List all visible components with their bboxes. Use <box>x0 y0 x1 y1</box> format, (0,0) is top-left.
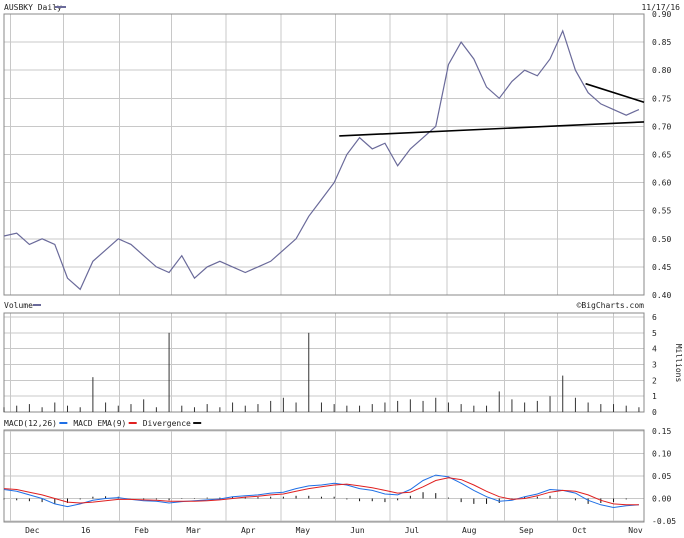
volume-unit-label: Millions <box>674 344 683 383</box>
trendline <box>339 121 645 137</box>
volume-tick-label: 4 <box>652 345 657 354</box>
month-label: Oct <box>572 526 587 535</box>
price-tick-label: 0.80 <box>652 66 671 75</box>
price-y-axis: 0.90 0.85 0.80 0.75 0.70 0.65 0.60 0.55 0.50 0.45… <box>652 10 671 300</box>
macd-tick-label: 0.05 <box>652 472 671 481</box>
price-tick-label: 0.85 <box>652 38 671 47</box>
source-label: ©BigCharts.com <box>577 301 645 310</box>
macd-legend-label: Divergence <box>143 419 191 428</box>
macd-y-axis: 0.15 0.10 0.05 0.00 -0.05 <box>652 427 676 526</box>
month-label: Feb <box>134 526 149 535</box>
macd-tick-label: 0.15 <box>652 427 671 436</box>
price-tick-label: 0.70 <box>652 122 671 131</box>
chart-title: AUSBKY Daily <box>4 3 62 12</box>
macd-tick-label: 0.00 <box>652 495 671 504</box>
price-tick-label: 0.55 <box>652 207 671 216</box>
macd-series-line <box>3 474 639 509</box>
x-axis: Dec 16 Feb Mar Apr May Jun Jul Aug Sep Oct Nov <box>25 526 643 535</box>
trendline <box>585 82 645 103</box>
macd-grid <box>4 430 644 522</box>
volume-tick-label: 2 <box>652 376 657 385</box>
month-label: 16 <box>81 526 91 535</box>
price-tick-label: 0.90 <box>652 10 671 19</box>
price-tick-label: 0.65 <box>652 151 671 160</box>
stock-chart: AUSBKY Daily 11/17/16 0.900.850.800.750.… <box>3 3 683 535</box>
volume-tick-label: 5 <box>652 329 657 338</box>
volume-y-axis: 6 5 4 3 2 1 0 <box>652 313 657 417</box>
month-label: Aug <box>462 526 477 535</box>
price-tick-label: 0.45 <box>652 263 671 272</box>
macd-legend-label: MACD EMA(9) <box>73 419 126 428</box>
month-label: Mar <box>186 526 201 535</box>
month-label: Sep <box>519 526 534 535</box>
volume-grid <box>4 313 644 412</box>
month-label: Nov <box>628 526 643 535</box>
month-label: Dec <box>25 526 40 535</box>
price-tick-label: 0.40 <box>652 291 671 300</box>
volume-label: Volume <box>4 301 33 310</box>
month-label: Jun <box>350 526 365 535</box>
month-label: Jul <box>405 526 420 535</box>
volume-bars <box>3 332 640 412</box>
price-series-line <box>3 29 640 291</box>
volume-tick-label: 3 <box>652 361 657 370</box>
price-tick-label: 0.75 <box>652 94 671 103</box>
volume-tick-label: 1 <box>652 392 657 401</box>
price-grid <box>4 13 644 296</box>
macd-legend: MACD(12,26) MACD EMA(9) Divergence <box>4 419 202 428</box>
month-label: May <box>296 526 311 535</box>
month-label: Apr <box>241 526 256 535</box>
volume-panel-frame <box>3 312 645 413</box>
macd-tick-label: -0.05 <box>652 517 676 526</box>
volume-tick-label: 0 <box>652 408 657 417</box>
macd-legend-label: MACD(12,26) <box>4 419 57 428</box>
price-tick-label: 0.50 <box>652 235 671 244</box>
volume-tick-label: 6 <box>652 313 657 322</box>
price-tick-label: 0.60 <box>652 179 671 188</box>
macd-tick-label: 0.10 <box>652 450 671 459</box>
